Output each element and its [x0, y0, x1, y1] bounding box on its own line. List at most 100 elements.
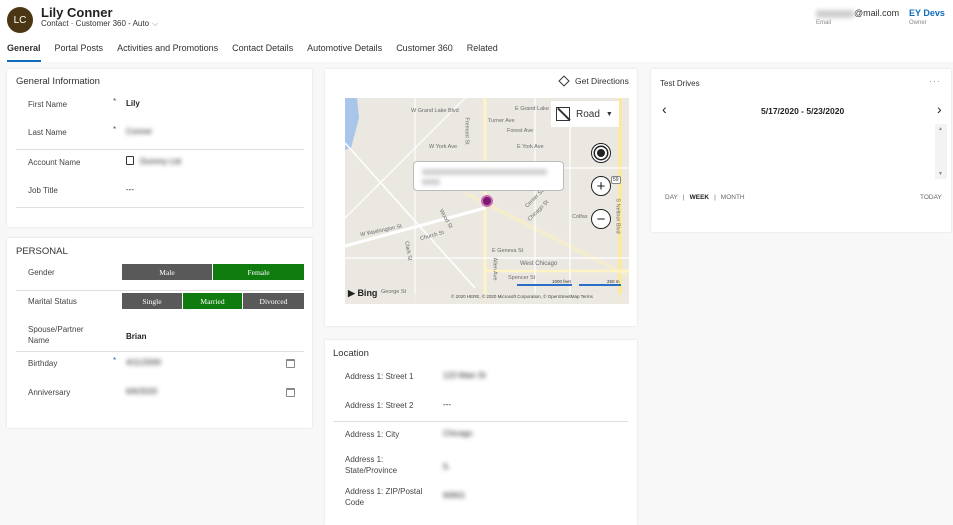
email-value[interactable]: @mail.com: [854, 8, 899, 18]
record-title: Lily Conner: [41, 5, 113, 20]
get-directions-button[interactable]: Get Directions: [558, 75, 629, 87]
spouse-name-input[interactable]: Brian: [126, 332, 146, 341]
view-week[interactable]: WEEK: [690, 194, 710, 201]
today-button[interactable]: TODAY: [920, 194, 942, 201]
previous-week-button[interactable]: ‹: [662, 101, 667, 117]
street-label: E York Ave: [517, 144, 544, 150]
get-directions-label: Get Directions: [575, 76, 629, 86]
location-pin-icon[interactable]: [481, 195, 493, 207]
bing-map[interactable]: W Grand Lake Blvd E Grand Lake Turner Av…: [345, 98, 629, 304]
field-account-name: Account Name Dummy Ltd: [16, 156, 304, 177]
lake: [345, 98, 359, 150]
marital-option-married[interactable]: Married: [183, 293, 243, 309]
marital-option-single[interactable]: Single: [122, 293, 183, 309]
field-label: Birthday: [28, 359, 58, 368]
map-type-selector[interactable]: Road ▼: [551, 101, 619, 127]
calendar-scrollbar[interactable]: ▲ ▼: [935, 124, 947, 179]
anniversary-input[interactable]: 6/6/2020: [126, 387, 157, 396]
street-label: S Neltnor Blvd: [614, 198, 621, 234]
field-label: Address 1: City: [345, 430, 400, 439]
scale-bar-feet: [517, 284, 572, 286]
zip-input[interactable]: 60601: [443, 491, 465, 500]
tab-automotive-details[interactable]: Automotive Details: [300, 40, 389, 62]
view-month[interactable]: MONTH: [721, 194, 745, 201]
gender-option-female[interactable]: Female: [213, 264, 304, 280]
street-label: Fremont St: [463, 117, 470, 145]
street-label: Forest Ave: [507, 128, 534, 134]
form-selector[interactable]: Contact · Customer 360 - Auto ⌵: [41, 19, 158, 29]
locate-me-button[interactable]: [591, 143, 611, 163]
address-redacted: [422, 169, 547, 175]
tab-general[interactable]: General: [0, 40, 48, 62]
locate-icon: [597, 149, 605, 157]
email-label: Email: [816, 20, 832, 26]
header-owner-field: EY Devs Owner: [909, 8, 945, 26]
street-label: Spencer St: [508, 275, 536, 281]
field-address-street-1: Address 1: Street 1 123 Main St: [333, 371, 621, 391]
field-label: Address 1: Street 2: [345, 401, 414, 410]
field-label: Address 1: State/Province: [345, 455, 398, 475]
street-label: Turner Ave: [488, 118, 515, 124]
field-address-street-2: Address 1: Street 2 ---: [333, 400, 621, 420]
state-input[interactable]: IL: [443, 462, 450, 471]
section-title: PERSONAL: [16, 246, 68, 257]
date-range: 5/17/2020 - 5/23/2020: [761, 106, 845, 116]
field-label: Anniversary: [28, 388, 71, 397]
required-indicator: *: [113, 125, 117, 134]
tab-contact-details[interactable]: Contact Details: [225, 40, 300, 62]
account-icon: [126, 156, 134, 165]
divider: [16, 290, 304, 291]
zoom-out-button[interactable]: −: [591, 209, 611, 229]
zoom-in-button[interactable]: +: [591, 176, 611, 196]
gender-option-male[interactable]: Male: [122, 264, 213, 280]
birthday-input[interactable]: 4/11/2000: [126, 358, 161, 367]
route-shield: 59: [611, 176, 621, 184]
account-name-lookup[interactable]: Dummy Ltd: [140, 157, 181, 166]
directions-icon: [558, 75, 570, 87]
calendar-icon[interactable]: [286, 359, 295, 368]
tab-related[interactable]: Related: [460, 40, 505, 62]
test-drives-section: [651, 69, 951, 232]
next-week-button[interactable]: ›: [937, 101, 942, 117]
road: [345, 98, 466, 219]
field-label: Spouse/Partner Name: [28, 325, 84, 345]
scroll-down-icon[interactable]: ▼: [938, 171, 943, 177]
tab-activities-and-promotions[interactable]: Activities and Promotions: [110, 40, 225, 62]
calendar-icon[interactable]: [286, 388, 295, 397]
minus-icon: −: [596, 210, 606, 228]
calendar-view-switcher: DAY | WEEK | MONTH: [665, 194, 745, 201]
tab-customer-360[interactable]: Customer 360: [389, 40, 460, 62]
avatar: LC: [7, 7, 33, 33]
job-title-input[interactable]: ---: [126, 185, 134, 194]
street-label: E Grand Lake: [515, 106, 549, 112]
street-label: W Grand Lake Blvd: [411, 108, 459, 114]
first-name-input[interactable]: Lily: [126, 99, 140, 108]
city-input[interactable]: Chicago: [443, 429, 472, 438]
bing-icon: ▶: [348, 288, 355, 298]
email-local-part-redacted: [816, 9, 854, 18]
map-copyright[interactable]: © 2020 HERE, © 2020 Microsoft Corporatio…: [451, 294, 593, 299]
header-email-field: @mail.com Email: [816, 8, 899, 26]
owner-link[interactable]: EY Devs: [909, 8, 945, 18]
marital-option-divorced[interactable]: Divorced: [243, 293, 304, 309]
required-indicator: *: [113, 97, 117, 106]
field-address-city: Address 1: City Chicago: [333, 429, 621, 449]
street-2-input[interactable]: ---: [443, 400, 451, 409]
street-label: E Geneva St: [492, 248, 524, 254]
field-label: Gender: [28, 268, 55, 277]
field-first-name: First Name * Lily: [16, 97, 304, 119]
field-birthday: Birthday * 4/11/2000: [16, 356, 304, 378]
chevron-down-icon: ⌵: [152, 19, 159, 28]
view-day[interactable]: DAY: [665, 194, 678, 201]
tab-portal-posts[interactable]: Portal Posts: [48, 40, 111, 62]
more-options-button[interactable]: ···: [929, 76, 941, 86]
last-name-input[interactable]: Conner: [126, 127, 152, 136]
field-anniversary: Anniversary 6/6/2020: [16, 387, 304, 407]
field-address-zip: Address 1: ZIP/Postal Code 60601: [333, 486, 621, 510]
street-1-input[interactable]: 123 Main St: [443, 371, 486, 380]
location-infobox[interactable]: [413, 161, 564, 191]
scroll-up-icon[interactable]: ▲: [938, 126, 943, 132]
field-spouse-partner-name: Spouse/Partner Name Brian: [16, 324, 304, 348]
gender-toggle: Male Female: [122, 264, 304, 280]
street-label: George St: [381, 289, 407, 295]
